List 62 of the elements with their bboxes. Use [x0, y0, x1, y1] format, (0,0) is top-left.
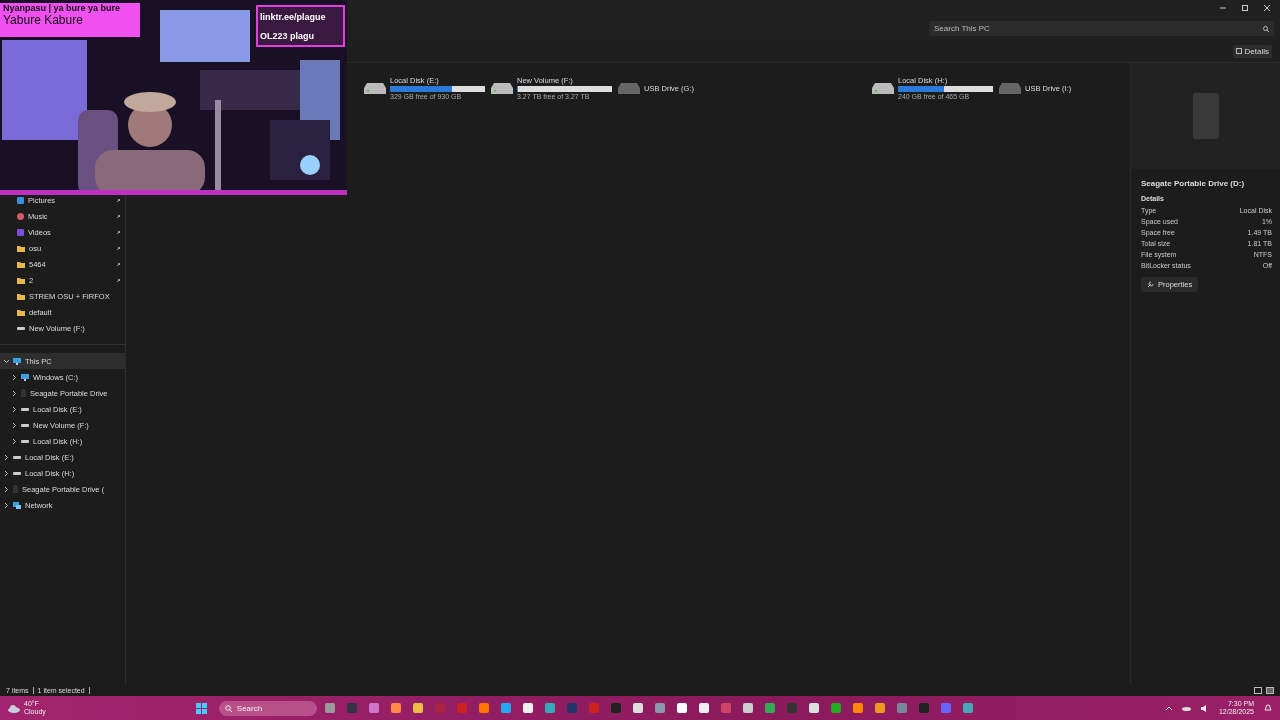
- chevron-right-icon[interactable]: [4, 470, 9, 476]
- pin-icon[interactable]: [116, 277, 121, 283]
- chevron-right-icon[interactable]: [12, 422, 17, 428]
- drive-icon: [872, 82, 894, 94]
- chevron-right-icon[interactable]: [4, 454, 9, 460]
- drive-icon: [999, 82, 1021, 94]
- close-icon[interactable]: [1264, 5, 1270, 11]
- search-field[interactable]: Search This PC: [929, 20, 1274, 36]
- app-icon[interactable]: [874, 703, 885, 713]
- app-icon[interactable]: [808, 703, 819, 713]
- app-icon[interactable]: [632, 703, 643, 713]
- chevron-right-icon[interactable]: [4, 502, 9, 508]
- computer-icon: [13, 357, 21, 365]
- drive-icon: [21, 438, 29, 444]
- drive-icon: [21, 422, 29, 428]
- maximize-icon[interactable]: [1242, 5, 1248, 11]
- drive-icon: [1192, 93, 1219, 139]
- chevron-up-icon[interactable]: [1165, 706, 1172, 710]
- search-icon: [1263, 25, 1269, 32]
- start-icon[interactable]: [195, 702, 207, 714]
- drive-icon: [364, 82, 386, 94]
- cloud-icon[interactable]: [1181, 705, 1191, 711]
- pin-icon[interactable]: [116, 197, 121, 203]
- drive-icon: [491, 82, 513, 94]
- computer-icon: [21, 373, 29, 381]
- details-title: Seagate Portable Drive (D:): [1141, 179, 1246, 188]
- taskbar-search[interactable]: Search: [218, 700, 317, 716]
- chevron-right-icon[interactable]: [12, 438, 17, 444]
- network-icon: [13, 501, 21, 509]
- chevron-right-icon[interactable]: [12, 406, 17, 412]
- drive-icon: [17, 325, 25, 331]
- overlay-link-text: linktr.ee/plague: [260, 11, 327, 22]
- pin-icon[interactable]: [116, 245, 121, 251]
- app-icon[interactable]: [676, 703, 687, 713]
- drive-icon: [13, 454, 21, 460]
- app-icon[interactable]: [698, 703, 709, 713]
- chevron-right-icon[interactable]: [4, 486, 9, 492]
- pin-icon[interactable]: [116, 213, 121, 219]
- app-icon[interactable]: [522, 703, 533, 713]
- cloud-icon: [8, 703, 20, 713]
- tiles-view-icon[interactable]: [1266, 686, 1274, 694]
- app-icon[interactable]: [742, 703, 753, 713]
- overlay-link-text: OL223 plagu: [260, 30, 315, 41]
- bell-icon[interactable]: [1264, 704, 1272, 712]
- search-icon: [224, 704, 232, 712]
- details-button[interactable]: Details: [1232, 44, 1272, 58]
- minimize-icon[interactable]: [1220, 5, 1226, 11]
- panel-icon: [1235, 48, 1242, 54]
- chevron-down-icon[interactable]: [4, 358, 9, 364]
- speaker-icon[interactable]: [1200, 704, 1209, 712]
- drive-icon: [13, 470, 21, 476]
- drive-icon: [618, 82, 640, 94]
- song-title: Nyanpasu | ya bure ya bure: [3, 3, 122, 13]
- app-icon[interactable]: [852, 703, 863, 713]
- chevron-right-icon[interactable]: [12, 390, 17, 396]
- pin-icon[interactable]: [116, 261, 121, 267]
- list-view-icon[interactable]: [1254, 686, 1262, 694]
- song-subtitle: Yabure Kabure: [3, 13, 84, 27]
- chevron-right-icon[interactable]: [12, 374, 17, 380]
- drive-icon: [21, 406, 29, 412]
- pin-icon[interactable]: [116, 229, 121, 235]
- app-icon[interactable]: [412, 703, 423, 713]
